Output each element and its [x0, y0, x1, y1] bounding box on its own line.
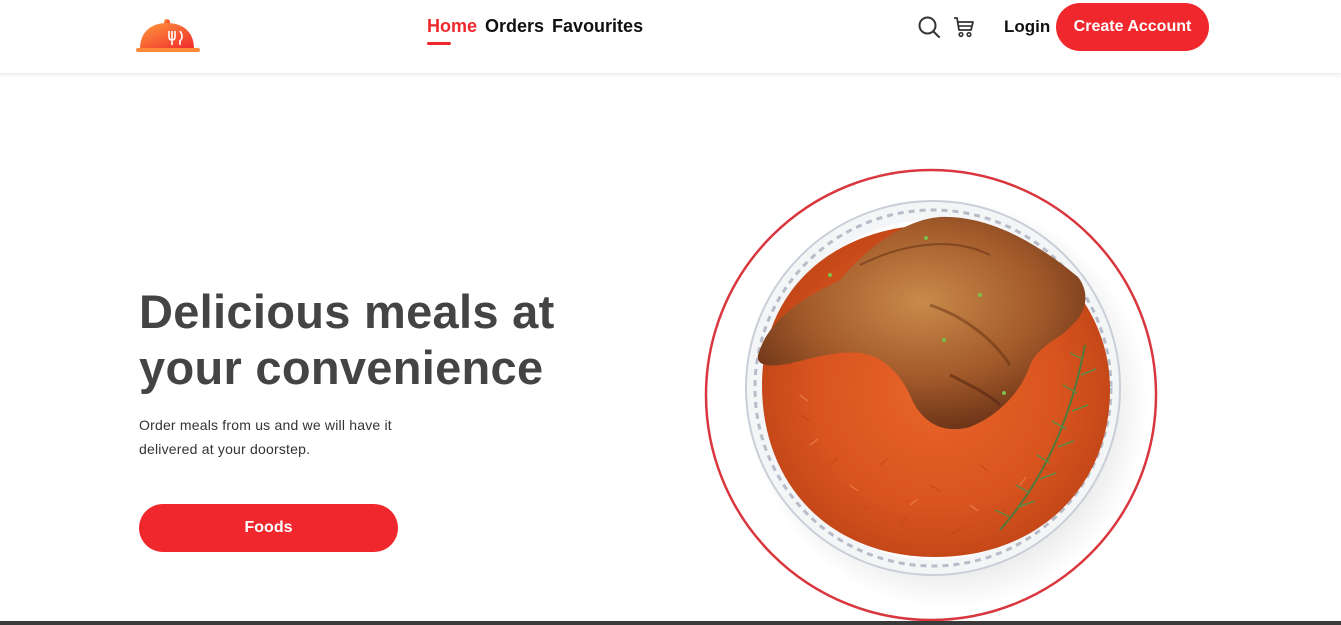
- nav-favourites[interactable]: Favourites: [552, 16, 643, 43]
- hero-subtitle: Order meals from us and we will have it …: [139, 417, 392, 457]
- create-account-button[interactable]: Create Account: [1056, 3, 1209, 51]
- search-button[interactable]: [917, 15, 941, 39]
- hero-title: Delicious meals at your convenience: [139, 285, 555, 394]
- login-link[interactable]: Login: [1004, 17, 1050, 37]
- jollof-rice-chicken-plate-image: [704, 168, 1158, 622]
- brand-logo[interactable]: [134, 15, 202, 55]
- navbar: Home Orders Favourites Login Create Acco…: [0, 0, 1341, 74]
- cart-button[interactable]: [952, 15, 976, 39]
- search-icon: [918, 16, 940, 38]
- main-nav: Home Orders Favourites: [427, 16, 643, 45]
- nav-orders[interactable]: Orders: [485, 16, 544, 43]
- hero-food-image: [700, 165, 1170, 625]
- cart-icon: [954, 17, 974, 38]
- bottom-scroll-edge: [0, 621, 1341, 625]
- nav-home[interactable]: Home: [427, 16, 477, 45]
- foods-button[interactable]: Foods: [139, 504, 398, 552]
- cloche-logo-icon: [136, 19, 200, 52]
